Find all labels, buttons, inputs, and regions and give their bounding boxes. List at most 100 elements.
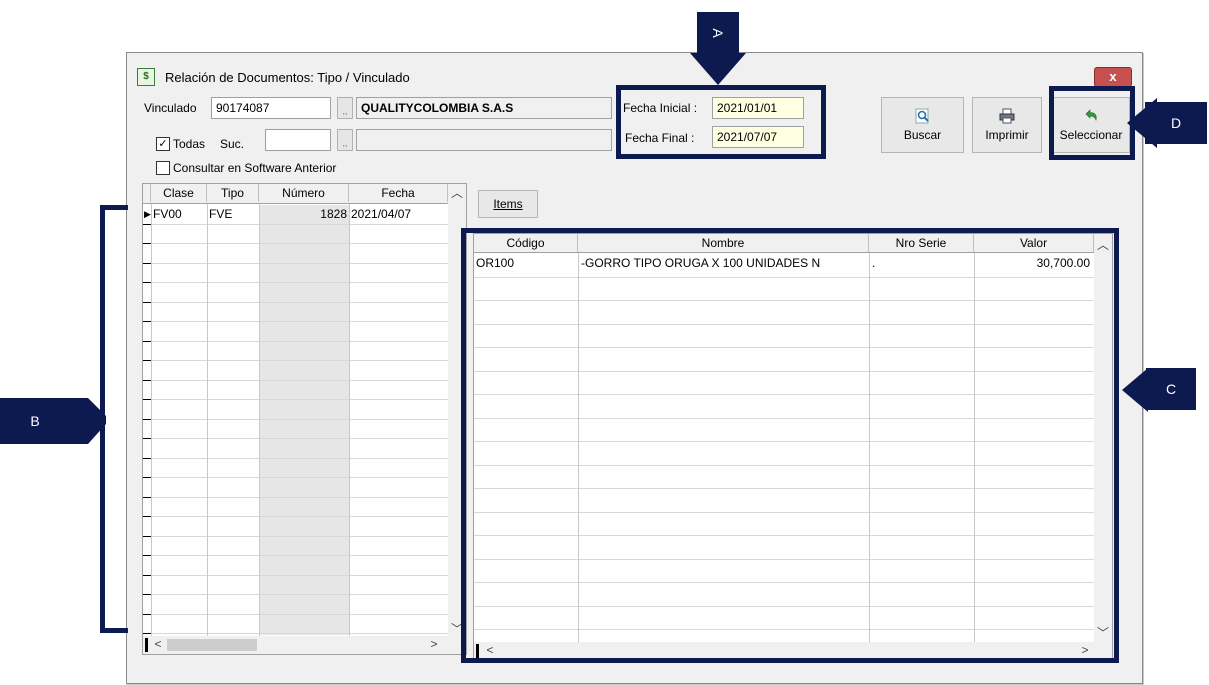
- grid-row-line: [143, 301, 448, 303]
- callout-a-box: [616, 85, 826, 159]
- consultar-checkbox[interactable]: [156, 161, 170, 175]
- row-selector-tick: [143, 555, 151, 556]
- grid-row-line: [143, 535, 448, 537]
- grid-row-line: [143, 321, 448, 322]
- column-header-fecha[interactable]: Fecha: [349, 184, 448, 202]
- app-icon: $: [137, 68, 155, 86]
- grid-row-line: [143, 633, 448, 634]
- grid-row-line: [143, 457, 448, 459]
- row-selector-tick: [143, 496, 151, 498]
- grid-row-line: [143, 555, 448, 556]
- row-selector-tick: [143, 399, 151, 400]
- items-label: Items: [493, 197, 523, 211]
- column-header-tipo[interactable]: Tipo: [207, 184, 259, 202]
- scroll-right-icon[interactable]: >: [427, 637, 441, 651]
- scroll-marker: [145, 638, 148, 652]
- search-icon: [915, 108, 929, 124]
- grid-row-line: [143, 340, 448, 342]
- current-row-indicator: ▶: [144, 209, 151, 219]
- row-selector-tick: [143, 262, 151, 264]
- grid-row-line: [143, 243, 448, 244]
- callout-c-pointer: [1122, 368, 1148, 412]
- grid-column-line: [259, 204, 260, 636]
- callout-d-tag: D: [1145, 102, 1207, 144]
- documents-horizontal-scrollbar[interactable]: < >: [143, 636, 466, 654]
- grid-row-line: [143, 379, 448, 381]
- grid-row-line: [143, 613, 448, 615]
- grid-row-line: [143, 496, 448, 498]
- row-selector-tick: [143, 594, 151, 595]
- grid-row-line: [143, 360, 448, 361]
- doc-row-tipo[interactable]: FVE: [209, 206, 232, 222]
- grid-row-line: [143, 223, 448, 225]
- callout-d-box: [1049, 86, 1135, 160]
- callout-b-tag: B: [0, 398, 70, 444]
- row-selector-tick: [143, 516, 151, 517]
- grid-row-line: [143, 574, 448, 576]
- callout-c-tag: C: [1146, 368, 1196, 410]
- scroll-up-icon[interactable]: ︿: [448, 184, 466, 200]
- horizontal-scroll-thumb[interactable]: [167, 639, 257, 651]
- window-title: Relación de Documentos: Tipo / Vinculado: [165, 70, 410, 85]
- numero-column-shade: [259, 205, 349, 635]
- row-selector-tick: [143, 574, 151, 576]
- grid-column-line: [207, 204, 208, 636]
- callout-a-pointer: [690, 53, 746, 85]
- close-button[interactable]: x: [1094, 67, 1132, 87]
- grid-row-line: [143, 594, 448, 595]
- callout-c-box: [461, 228, 1119, 663]
- todas-checkbox[interactable]: ✓: [156, 137, 170, 151]
- buscar-button[interactable]: Buscar: [881, 97, 964, 153]
- row-selector-tick: [143, 457, 151, 459]
- documents-grid-header: Clase Tipo Número Fecha: [143, 184, 448, 204]
- row-selector-tick: [143, 379, 151, 381]
- printer-icon: [999, 108, 1015, 124]
- suc-label: Suc.: [220, 137, 245, 151]
- row-selector-tick: [143, 321, 151, 322]
- todas-label: Todas: [173, 137, 206, 151]
- grid-row-line: [143, 516, 448, 517]
- column-header-clase[interactable]: Clase: [151, 184, 207, 202]
- scroll-left-icon[interactable]: <: [151, 637, 165, 651]
- imprimir-label: Imprimir: [985, 128, 1029, 142]
- column-header-numero[interactable]: Número: [259, 184, 349, 202]
- callout-a-label: A: [710, 28, 726, 38]
- row-selector-tick: [143, 418, 151, 420]
- row-selector-tick: [143, 243, 151, 244]
- row-selector-tick: [143, 535, 151, 537]
- doc-row-clase[interactable]: FV00: [153, 206, 182, 222]
- grid-row-line: [143, 418, 448, 420]
- grid-row-line: [143, 262, 448, 264]
- row-indicator-header: [143, 184, 151, 202]
- doc-row-numero[interactable]: 1828: [259, 206, 347, 222]
- doc-row-fecha[interactable]: 2021/04/07: [351, 206, 411, 222]
- row-selector-tick: [143, 613, 151, 615]
- suc-name-field: [356, 129, 612, 151]
- vinculado-lookup-button[interactable]: ,,: [337, 97, 353, 119]
- imprimir-button[interactable]: Imprimir: [972, 97, 1042, 153]
- vinculado-name-field: QUALITYCOLOMBIA S.A.S: [356, 97, 612, 119]
- grid-row-line: [143, 477, 448, 478]
- row-selector-tick: [143, 360, 151, 361]
- buscar-label: Buscar: [903, 128, 942, 142]
- documents-grid[interactable]: Clase Tipo Número Fecha ▶ FV00 FVE 1828 …: [142, 183, 467, 655]
- row-selector-tick: [143, 633, 151, 634]
- grid-row-line: [143, 399, 448, 400]
- grid-row-line: [143, 282, 448, 283]
- row-selector-tick: [143, 282, 151, 283]
- suc-input[interactable]: [265, 129, 331, 151]
- grid-column-line: [349, 204, 350, 636]
- suc-lookup-button[interactable]: ,,: [337, 129, 353, 151]
- row-selector-tick: [143, 223, 151, 225]
- vinculado-label: Vinculado: [144, 101, 197, 115]
- row-selector-tick: [143, 340, 151, 342]
- row-selector-tick: [143, 301, 151, 303]
- items-button[interactable]: Items: [478, 190, 538, 218]
- grid-column-line: [151, 204, 152, 636]
- row-selector-tick: [143, 477, 151, 478]
- vinculado-code-input[interactable]: 90174087: [211, 97, 331, 119]
- consultar-label: Consultar en Software Anterior: [173, 161, 337, 175]
- row-selector-tick: [143, 438, 151, 439]
- close-icon: x: [1109, 69, 1117, 84]
- grid-row-line: [143, 438, 448, 439]
